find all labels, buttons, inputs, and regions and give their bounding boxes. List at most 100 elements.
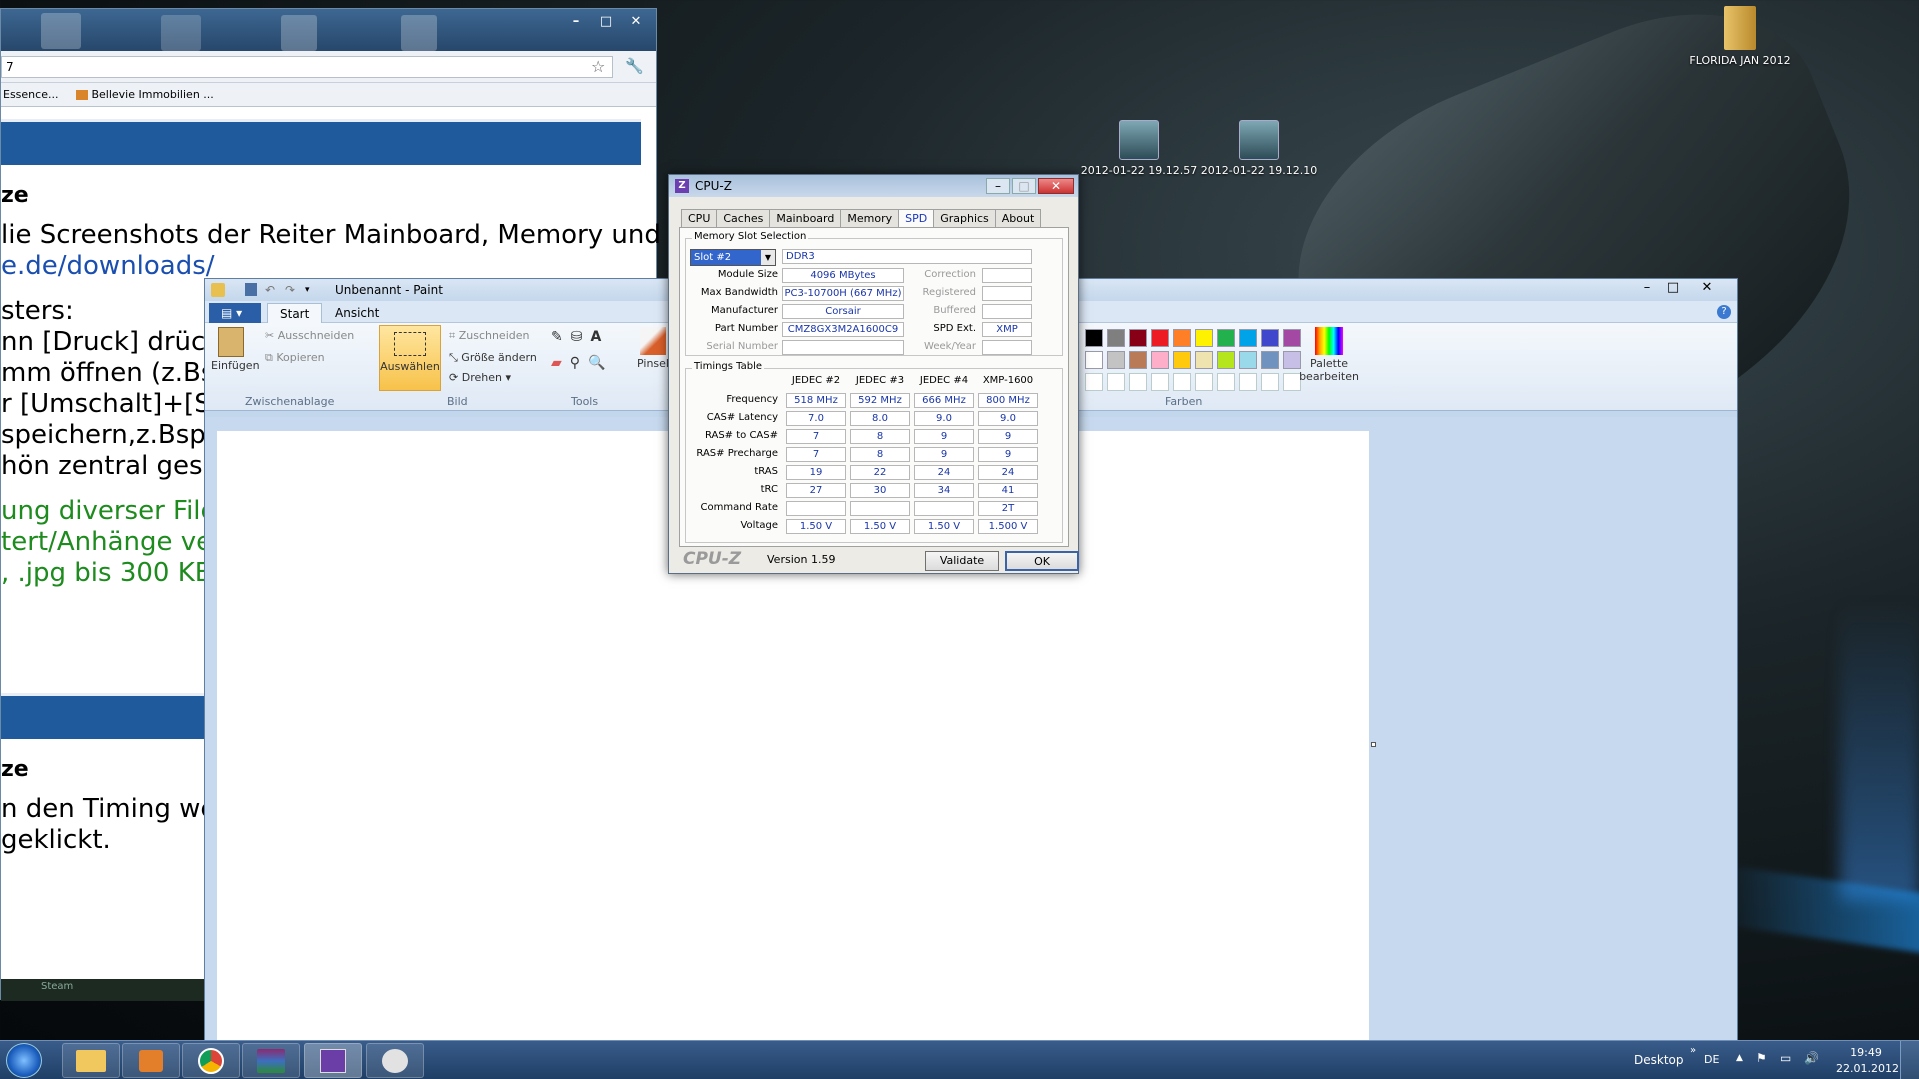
edit-palette-button[interactable]: Palette bearbeiten [1299, 327, 1359, 383]
tab-memory[interactable]: Memory [840, 209, 900, 227]
clock[interactable]: 19:49 22.01.2012 [1836, 1045, 1899, 1077]
empty-color-swatch[interactable] [1217, 373, 1235, 391]
color-picker-icon[interactable]: ⚲ [570, 355, 588, 371]
taskbar-chrome[interactable] [182, 1043, 240, 1078]
color-swatch[interactable] [1239, 329, 1257, 347]
maximize-button[interactable]: □ [1659, 279, 1687, 297]
desktop-toolbar-label[interactable]: Desktop [1634, 1053, 1684, 1067]
color-swatch[interactable] [1085, 351, 1103, 369]
empty-color-swatch[interactable] [1195, 373, 1213, 391]
tab-cpu[interactable]: CPU [681, 209, 718, 227]
browser-tab[interactable] [161, 15, 201, 51]
validate-button[interactable]: Validate [925, 551, 999, 571]
desktop-icon-screenshot-1[interactable]: 2012-01-22 19.12.57 [1080, 120, 1198, 177]
empty-color-swatch[interactable] [1151, 373, 1169, 391]
empty-color-swatch[interactable] [1129, 373, 1147, 391]
close-button[interactable]: ✕ [1038, 178, 1074, 194]
tab-mainboard[interactable]: Mainboard [769, 209, 842, 227]
chevron-right-icon[interactable]: » [1690, 1045, 1696, 1056]
pencil-icon[interactable]: ✎ [551, 329, 571, 345]
browser-tab[interactable] [401, 15, 437, 51]
tab-ansicht[interactable]: Ansicht [323, 303, 391, 323]
desktop-icon-screenshot-2[interactable]: 2012-01-22 19.12.10 [1200, 120, 1318, 177]
empty-color-swatch[interactable] [1107, 373, 1125, 391]
color-swatch[interactable] [1107, 351, 1125, 369]
color-swatch[interactable] [1129, 329, 1147, 347]
color-swatch[interactable] [1173, 351, 1191, 369]
buffered-label: Buffered [933, 305, 976, 316]
undo-icon[interactable]: ↶ [265, 279, 275, 301]
paint-menu-button[interactable]: ▤ ▾ [209, 303, 261, 323]
color-swatch[interactable] [1173, 329, 1191, 347]
empty-color-swatch[interactable] [1085, 373, 1103, 391]
show-desktop-button[interactable] [1900, 1041, 1919, 1079]
rotate-button[interactable]: ⟳ Drehen ▾ [449, 371, 511, 384]
color-swatch[interactable] [1195, 329, 1213, 347]
minimize-button[interactable]: – [1633, 279, 1661, 297]
empty-color-swatch[interactable] [1261, 373, 1279, 391]
color-swatch[interactable] [1217, 329, 1235, 347]
address-bar[interactable]: 7 [1, 56, 613, 78]
slot-select[interactable]: Slot #2 ▼ [690, 249, 776, 266]
empty-color-swatch[interactable] [1239, 373, 1257, 391]
select-button[interactable]: Auswählen [379, 325, 441, 391]
color-swatch[interactable] [1107, 329, 1125, 347]
bookmark-item[interactable]: Essence... [3, 88, 58, 101]
minimize-button[interactable]: – [986, 178, 1010, 194]
color-swatch[interactable] [1085, 329, 1103, 347]
color-swatch[interactable] [1261, 351, 1279, 369]
taskbar-winrar[interactable] [242, 1043, 300, 1078]
magnifier-icon[interactable]: 🔍 [588, 355, 613, 371]
help-icon[interactable]: ? [1717, 305, 1731, 319]
start-button[interactable] [6, 1043, 42, 1078]
taskbar-media-player[interactable] [122, 1043, 180, 1078]
color-swatch[interactable] [1239, 351, 1257, 369]
show-hidden-icons-icon[interactable]: ▲ [1736, 1053, 1743, 1063]
browser-tab[interactable] [41, 13, 81, 49]
paste-button[interactable]: Einfügen [211, 327, 260, 372]
eraser-icon[interactable]: ▰ [551, 355, 570, 371]
ok-button[interactable]: OK [1005, 551, 1079, 571]
save-icon[interactable] [245, 283, 257, 296]
flag-icon[interactable]: ⚑ [1756, 1051, 1767, 1065]
timing-cell: 34 [914, 483, 974, 498]
tab-graphics[interactable]: Graphics [933, 209, 996, 227]
redo-icon[interactable]: ↷ [285, 279, 295, 301]
color-swatch[interactable] [1151, 329, 1169, 347]
volume-icon[interactable]: 🔊 [1804, 1051, 1819, 1065]
maximize-button[interactable]: □ [592, 13, 620, 31]
brush-button[interactable]: Pinsel [633, 327, 673, 370]
canvas-resize-handle[interactable] [1371, 742, 1376, 747]
tab-spd[interactable]: SPD [898, 209, 935, 227]
empty-color-swatch[interactable] [1173, 373, 1191, 391]
taskbar-paint[interactable] [366, 1043, 424, 1078]
taskbar-cpuz[interactable] [304, 1043, 362, 1078]
browser-tab[interactable] [281, 15, 317, 51]
copy-button[interactable]: ⧉ Kopieren [265, 351, 325, 365]
color-swatch[interactable] [1261, 329, 1279, 347]
quick-access-dropdown-icon[interactable]: ▾ [305, 279, 310, 301]
language-indicator[interactable]: DE [1704, 1053, 1719, 1066]
star-icon[interactable]: ☆ [591, 57, 605, 76]
color-swatch[interactable] [1129, 351, 1147, 369]
color-swatch[interactable] [1195, 351, 1213, 369]
color-swatch[interactable] [1217, 351, 1235, 369]
close-button[interactable]: ✕ [1693, 279, 1721, 297]
taskbar-explorer[interactable] [62, 1043, 120, 1078]
resize-button[interactable]: ⤡ Größe ändern [449, 351, 537, 365]
network-icon[interactable]: ▭ [1780, 1051, 1791, 1065]
minimize-button[interactable]: – [562, 13, 590, 31]
tab-caches[interactable]: Caches [716, 209, 771, 227]
tab-about[interactable]: About [994, 209, 1042, 227]
wrench-icon[interactable]: 🔧 [625, 57, 644, 75]
close-button[interactable]: ✕ [622, 13, 650, 31]
fill-icon[interactable]: ⛁ [571, 329, 591, 345]
desktop-icon-florida[interactable]: FLORIDA JAN 2012 [1680, 6, 1800, 67]
cut-button[interactable]: ✂ Ausschneiden [265, 329, 354, 342]
maximize-button[interactable]: □ [1012, 178, 1036, 194]
crop-button[interactable]: ⌗ Zuschneiden [449, 329, 529, 343]
bookmark-item[interactable]: Bellevie Immobilien ... [91, 88, 213, 101]
tab-start[interactable]: Start [267, 303, 323, 323]
text-icon[interactable]: A [590, 329, 609, 345]
color-swatch[interactable] [1151, 351, 1169, 369]
